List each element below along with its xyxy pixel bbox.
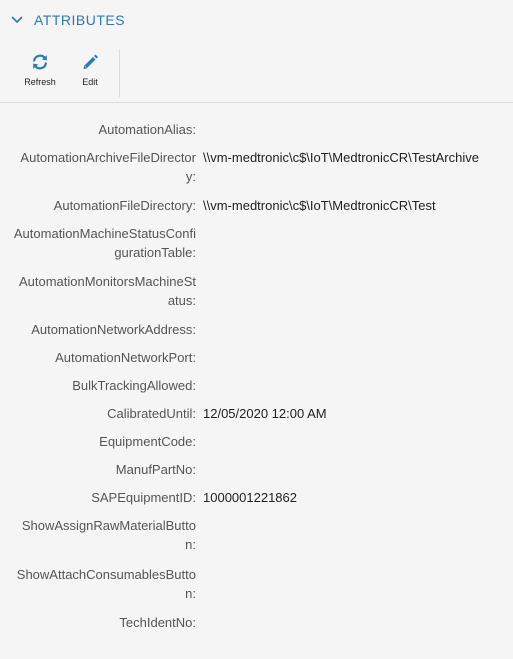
attribute-label: CalibratedUntil:: [107, 406, 196, 421]
attribute-label: AutomationArchiveFileDirectory:: [20, 150, 196, 184]
attribute-label: AutomationNetworkAddress:: [31, 322, 196, 337]
refresh-button[interactable]: Refresh: [22, 52, 58, 92]
toolbar: Refresh Edit: [0, 46, 513, 103]
edit-label: Edit: [82, 77, 98, 87]
attribute-label: AutomationMachineStatusConfigurationTabl…: [13, 226, 196, 260]
attribute-value: 1000001221862: [203, 490, 297, 505]
refresh-label: Refresh: [24, 77, 56, 87]
attributes-section-header[interactable]: ATTRIBUTES: [10, 8, 125, 32]
attributes-panel: ATTRIBUTES Refresh Edit AutomationAlias:…: [0, 0, 513, 659]
toolbar-divider: [119, 49, 120, 97]
attribute-label: AutomationMonitorsMachineStatus:: [18, 274, 196, 308]
attribute-label: SAPEquipmentID:: [91, 490, 196, 505]
attribute-label: EquipmentCode:: [99, 434, 196, 449]
attribute-label: TechIdentNo:: [119, 615, 196, 630]
attribute-label: BulkTrackingAllowed:: [72, 378, 196, 393]
pencil-icon: [80, 52, 100, 72]
attribute-label: ShowAttachConsumablesButton:: [16, 567, 196, 601]
attribute-value: 12/05/2020 12:00 AM: [203, 406, 327, 421]
edit-button[interactable]: Edit: [74, 52, 106, 92]
chevron-down-icon[interactable]: [10, 13, 24, 27]
attribute-value: \\vm-medtronic\c$\IoT\MedtronicCR\TestAr…: [203, 150, 479, 165]
section-title: ATTRIBUTES: [34, 12, 126, 28]
attribute-label: ManufPartNo:: [115, 462, 196, 477]
attribute-label: ShowAssignRawMaterialButton:: [21, 518, 196, 552]
attribute-label: AutomationNetworkPort:: [55, 350, 196, 365]
refresh-icon: [30, 52, 50, 72]
attribute-label: AutomationAlias:: [98, 122, 196, 137]
attribute-value: \\vm-medtronic\c$\IoT\MedtronicCR\Test: [203, 198, 436, 213]
attribute-label: AutomationFileDirectory:: [53, 198, 196, 213]
